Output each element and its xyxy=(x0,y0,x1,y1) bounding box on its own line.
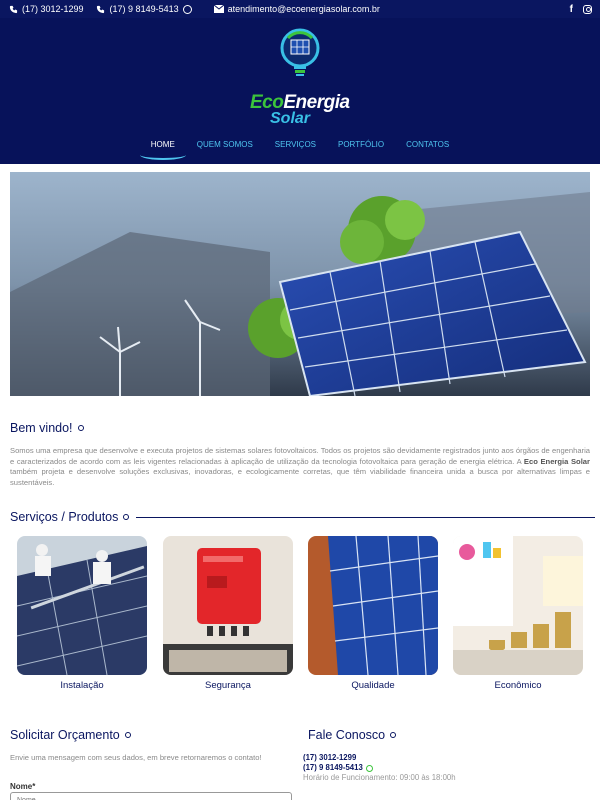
name-input[interactable] xyxy=(10,792,292,800)
phone-icon xyxy=(8,4,18,14)
hero-banner-image xyxy=(10,172,590,396)
service-image-instalacao xyxy=(17,536,147,675)
contact-phone2[interactable]: (17) 9 8149-5413 xyxy=(303,763,456,773)
mail-icon xyxy=(213,4,224,14)
services-cards: Instalação Segurança Qualidade Econômico xyxy=(17,536,583,696)
nav-portfolio[interactable]: PORTFÓLIO xyxy=(327,136,395,153)
service-card-seguranca[interactable]: Segurança xyxy=(163,536,293,691)
service-label-seguranca: Segurança xyxy=(205,680,251,691)
service-card-qualidade[interactable]: Qualidade xyxy=(308,536,438,691)
quote-heading-text: Solicitar Orçamento xyxy=(10,728,120,742)
site-logo[interactable]: EcoEnergia Solar xyxy=(244,26,356,128)
instagram-icon[interactable] xyxy=(583,4,592,14)
service-card-instalacao[interactable]: Instalação xyxy=(17,536,147,691)
contact-phone1[interactable]: (17) 3012-1299 xyxy=(303,753,456,763)
business-hours: Horário de Funcionamento: 09:00 às 18:00… xyxy=(303,773,456,782)
service-image-economico xyxy=(453,536,583,675)
topbar-phone2-text: (17) 9 8149-5413 xyxy=(109,4,179,14)
site-header: EcoEnergia Solar HOME QUEM SOMOS SERVIÇO… xyxy=(0,18,600,164)
nav-servicos[interactable]: SERVIÇOS xyxy=(264,136,327,153)
nav-quem-somos[interactable]: QUEM SOMOS xyxy=(186,136,264,153)
circle-icon xyxy=(123,514,130,520)
circle-icon xyxy=(390,732,397,738)
service-label-economico: Econômico xyxy=(494,680,542,691)
contact-heading-text: Fale Conosco xyxy=(308,728,386,742)
contact-heading: Fale Conosco xyxy=(308,728,397,742)
heading-divider xyxy=(136,516,595,518)
service-image-seguranca xyxy=(163,536,293,675)
service-image-qualidade xyxy=(308,536,438,675)
topbar-email-text: atendimento@ecoenergiasolar.com.br xyxy=(227,4,380,14)
welcome-text-part2: também projeta e desenvolve soluções exc… xyxy=(10,467,590,487)
facebook-icon[interactable]: f xyxy=(570,4,573,15)
welcome-heading: Bem vindo! xyxy=(10,421,84,435)
service-card-economico[interactable]: Econômico xyxy=(453,536,583,691)
circle-icon xyxy=(77,425,84,431)
welcome-heading-text: Bem vindo! xyxy=(10,421,73,435)
quote-subtitle: Envie uma mensagem com seus dados, em br… xyxy=(10,753,262,762)
topbar-phone2[interactable]: (17) 9 8149-5413 xyxy=(96,4,192,14)
welcome-paragraph: Somos uma empresa que desenvolve e execu… xyxy=(10,446,590,488)
service-label-qualidade: Qualidade xyxy=(351,680,395,691)
welcome-text-part1: Somos uma empresa que desenvolve e execu… xyxy=(10,446,590,466)
welcome-text-company: Eco Energia Solar xyxy=(523,456,590,466)
quote-heading: Solicitar Orçamento xyxy=(10,728,131,742)
services-heading-text: Serviços / Produtos xyxy=(10,510,119,524)
service-label-instalacao: Instalação xyxy=(60,680,104,691)
nav-home[interactable]: HOME xyxy=(139,136,186,160)
main-nav: HOME QUEM SOMOS SERVIÇOS PORTFÓLIO CONTA… xyxy=(0,136,600,160)
whatsapp-icon xyxy=(365,764,373,772)
logo-word-solar: Solar xyxy=(270,110,311,127)
topbar-email[interactable]: atendimento@ecoenergiasolar.com.br xyxy=(213,4,380,14)
contact-info: (17) 3012-1299 (17) 9 8149-5413 Horário … xyxy=(303,753,456,783)
topbar-phone1-text: (17) 3012-1299 xyxy=(22,4,84,14)
top-contact-bar: (17) 3012-1299 (17) 9 8149-5413 atendime… xyxy=(0,0,600,18)
services-heading: Serviços / Produtos xyxy=(10,510,595,524)
nav-contatos[interactable]: CONTATOS xyxy=(395,136,460,153)
whatsapp-icon xyxy=(182,4,192,14)
lightbulb-solar-icon xyxy=(278,28,322,78)
contact-phone1-text: (17) 3012-1299 xyxy=(303,753,357,762)
name-field-label: Nome* xyxy=(10,782,36,791)
topbar-phone1[interactable]: (17) 3012-1299 xyxy=(8,4,84,14)
contact-phone2-text: (17) 9 8149-5413 xyxy=(303,763,363,772)
phone-icon xyxy=(96,4,106,14)
circle-icon xyxy=(124,732,131,738)
social-links: f xyxy=(570,4,592,15)
